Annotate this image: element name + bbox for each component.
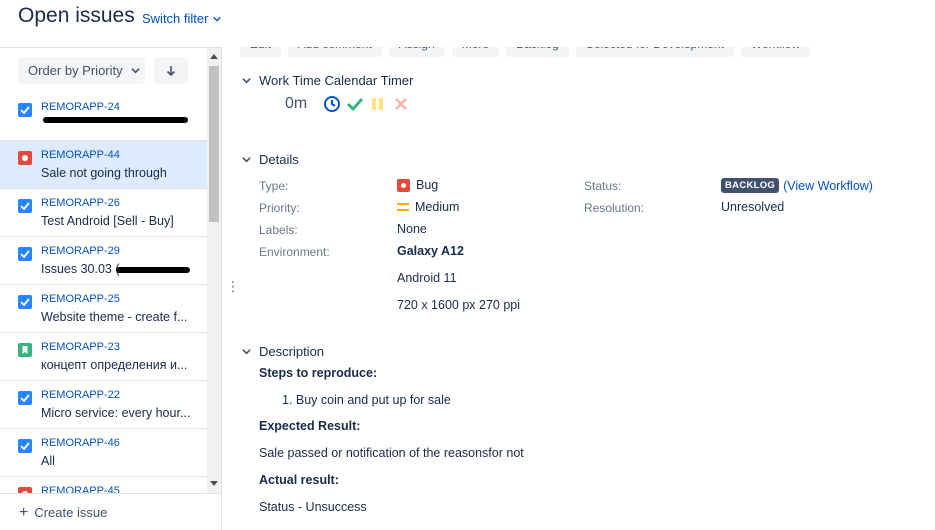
timer-section-toggle[interactable]: Work Time Calendar Timer	[242, 73, 413, 88]
task-check-icon	[18, 247, 32, 261]
redaction-mark	[116, 267, 190, 273]
status-label: Status:	[584, 179, 622, 193]
order-by-button[interactable]: Order by Priority	[18, 57, 145, 84]
page-title: Open issues	[18, 4, 135, 27]
arrow-down-icon	[166, 65, 176, 76]
bug-icon	[397, 178, 410, 192]
timer-widget: 0m	[285, 95, 415, 113]
details-section-toggle[interactable]: Details	[242, 152, 299, 167]
list-item[interactable]: REMORAPP-24	[0, 93, 207, 141]
issue-key: REMORAPP-26	[41, 197, 120, 209]
sort-direction-button[interactable]	[154, 57, 188, 84]
issue-key: REMORAPP-44	[41, 149, 120, 161]
issue-key: REMORAPP-23	[41, 341, 120, 353]
chevron-down-icon	[242, 349, 251, 355]
cancel-icon[interactable]	[392, 95, 410, 113]
clock-icon[interactable]	[323, 95, 341, 113]
list-item[interactable]: REMORAPP-26 Test Android [Sell - Buy]	[0, 189, 207, 237]
steps-heading: Steps to reproduce:	[259, 366, 378, 380]
list-item[interactable]: REMORAPP-46 All	[0, 429, 207, 477]
environment-line-2: Android 11	[397, 271, 457, 285]
page-header: Open issues Switch filter	[0, 0, 935, 47]
chevron-down-icon	[130, 68, 140, 74]
task-check-icon	[18, 199, 32, 213]
issue-key: REMORAPP-29	[41, 245, 120, 257]
priority-field[interactable]: Medium	[397, 200, 459, 214]
story-icon	[18, 343, 32, 357]
labels-label: Labels:	[259, 223, 298, 237]
expected-text: Sale passed or notification of the reaso…	[259, 446, 524, 460]
redaction-mark	[43, 117, 188, 123]
issue-summary: Test Android [Sell - Buy]	[41, 214, 174, 228]
view-workflow-link[interactable]: (View Workflow)	[783, 179, 873, 193]
description-section-toggle[interactable]: Description	[242, 344, 324, 359]
task-check-icon	[18, 439, 32, 453]
type-label: Type:	[259, 179, 289, 193]
timer-heading: Work Time Calendar Timer	[259, 73, 414, 88]
list-item[interactable]: REMORAPP-45	[0, 477, 207, 493]
issue-key: REMORAPP-45	[41, 485, 120, 493]
status-field: BACKLOG (View Workflow)	[721, 178, 873, 193]
list-item[interactable]: REMORAPP-23 концепт определения и...	[0, 333, 207, 381]
issue-navigator: Open issues Switch filter Order by Prior…	[0, 0, 935, 530]
task-check-icon	[18, 391, 32, 405]
type-field[interactable]: Bug	[397, 178, 438, 192]
priority-medium-icon	[397, 203, 409, 211]
pause-icon[interactable]	[369, 95, 387, 113]
task-check-icon	[18, 295, 32, 309]
resolution-value: Unresolved	[721, 200, 785, 214]
issue-list-scrollbar[interactable]	[207, 48, 221, 493]
timer-value: 0m	[285, 95, 308, 112]
task-check-icon	[18, 103, 32, 117]
type-value: Bug	[416, 178, 439, 192]
switch-filter-button[interactable]: Switch filter	[142, 11, 222, 26]
chevron-down-icon	[242, 78, 251, 84]
expected-heading: Expected Result:	[259, 419, 361, 433]
scroll-down-icon[interactable]	[210, 481, 218, 487]
list-item-selected[interactable]: REMORAPP-44 Sale not going through	[0, 141, 207, 189]
status-badge: BACKLOG	[721, 178, 780, 193]
list-item[interactable]: REMORAPP-29 Issues 30.03 (	[0, 237, 207, 285]
issue-list: REMORAPP-24 REMORAPP-44 Sale not going t…	[0, 93, 207, 493]
environment-label: Environment:	[259, 245, 330, 259]
order-by-label: Order by Priority	[28, 63, 123, 78]
chevron-down-icon	[213, 16, 222, 22]
issue-summary: концепт определения и...	[41, 358, 188, 372]
issue-key: REMORAPP-25	[41, 293, 120, 305]
actual-heading: Actual result:	[259, 473, 339, 487]
plus-icon: +	[19, 503, 29, 521]
list-item[interactable]: REMORAPP-22 Micro service: every hour...	[0, 381, 207, 429]
environment-line-1: Galaxy A12	[397, 244, 464, 258]
scroll-thumb[interactable]	[209, 66, 219, 222]
create-issue-label: Create issue	[34, 505, 108, 520]
list-item[interactable]: REMORAPP-25 Website theme - create f...	[0, 285, 207, 333]
chevron-down-icon	[242, 157, 251, 163]
checkmark-icon[interactable]	[346, 95, 364, 113]
bug-icon	[18, 151, 32, 165]
description-heading: Description	[259, 344, 325, 359]
priority-label: Priority:	[259, 201, 300, 215]
issue-summary: Micro service: every hour...	[41, 406, 191, 420]
labels-value[interactable]: None	[397, 222, 427, 236]
step-item: 1. Buy coin and put up for sale	[282, 393, 451, 407]
details-heading: Details	[259, 152, 299, 167]
issue-summary: Website theme - create f...	[41, 310, 188, 324]
environment-line-3: 720 x 1600 px 270 ppi	[397, 298, 521, 312]
switch-filter-label: Switch filter	[142, 11, 209, 26]
issue-list-panel: Order by Priority REMORAPP-24 REMORAPP-4…	[0, 47, 222, 530]
scroll-up-icon[interactable]	[210, 53, 218, 59]
actual-text: Status - Unsuccess	[259, 500, 367, 514]
issue-key: REMORAPP-24	[41, 101, 120, 113]
priority-value: Medium	[415, 200, 460, 214]
resolution-label: Resolution:	[584, 201, 645, 215]
issue-key: REMORAPP-22	[41, 389, 120, 401]
issue-key: REMORAPP-46	[41, 437, 120, 449]
issue-summary: Sale not going through	[41, 166, 167, 180]
create-issue-button[interactable]: + Create issue	[0, 493, 221, 530]
issue-summary: All	[41, 454, 55, 468]
issue-detail-panel: Edit Add comment Assign More Backlog Sel…	[233, 33, 935, 530]
